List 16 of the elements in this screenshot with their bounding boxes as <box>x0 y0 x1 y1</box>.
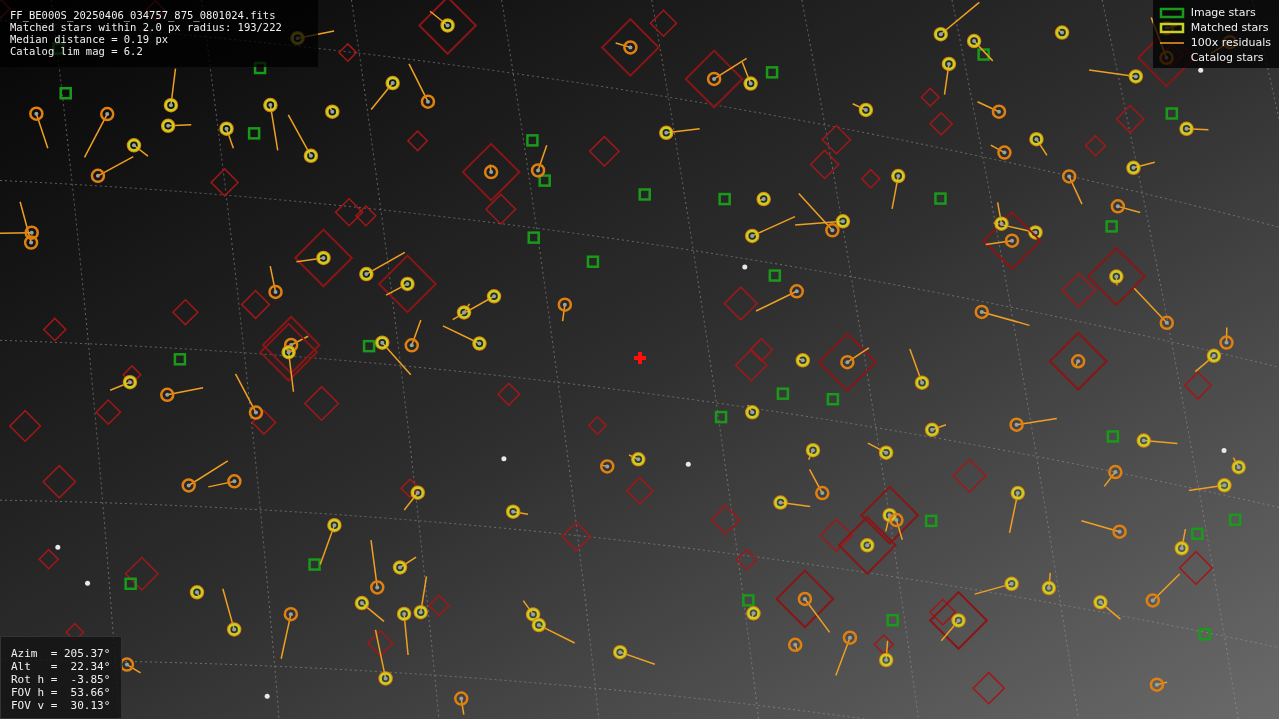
rectangle-icon <box>1158 21 1185 34</box>
legend-label: 100x residuals <box>1190 36 1271 49</box>
legend-label: Image stars <box>1190 6 1256 19</box>
crosshair-icon <box>634 352 646 364</box>
pointing-text: FOV v = 30.13° <box>11 699 111 712</box>
pointing-text: FOV h = 53.66° <box>11 686 111 699</box>
info-text: Catalog lim mag = 6.2 <box>10 45 144 57</box>
legend-label: Catalog stars <box>1190 51 1264 64</box>
info-text: FF_BE000S_20250406_034757_875_0801024.fits <box>10 9 277 21</box>
info-text: Median distance = 0.19 px <box>10 33 170 45</box>
rectangle-icon <box>1158 6 1185 19</box>
pointing-text: Azim = 205.37° <box>11 647 111 660</box>
pointing-text: Alt = 22.34° <box>11 660 111 673</box>
legend-label: Matched stars <box>1190 21 1269 34</box>
pointing-text: Rot h = -3.85° <box>11 673 111 686</box>
info-text: Matched stars within 2.0 px radius: 193/222 <box>10 21 283 33</box>
